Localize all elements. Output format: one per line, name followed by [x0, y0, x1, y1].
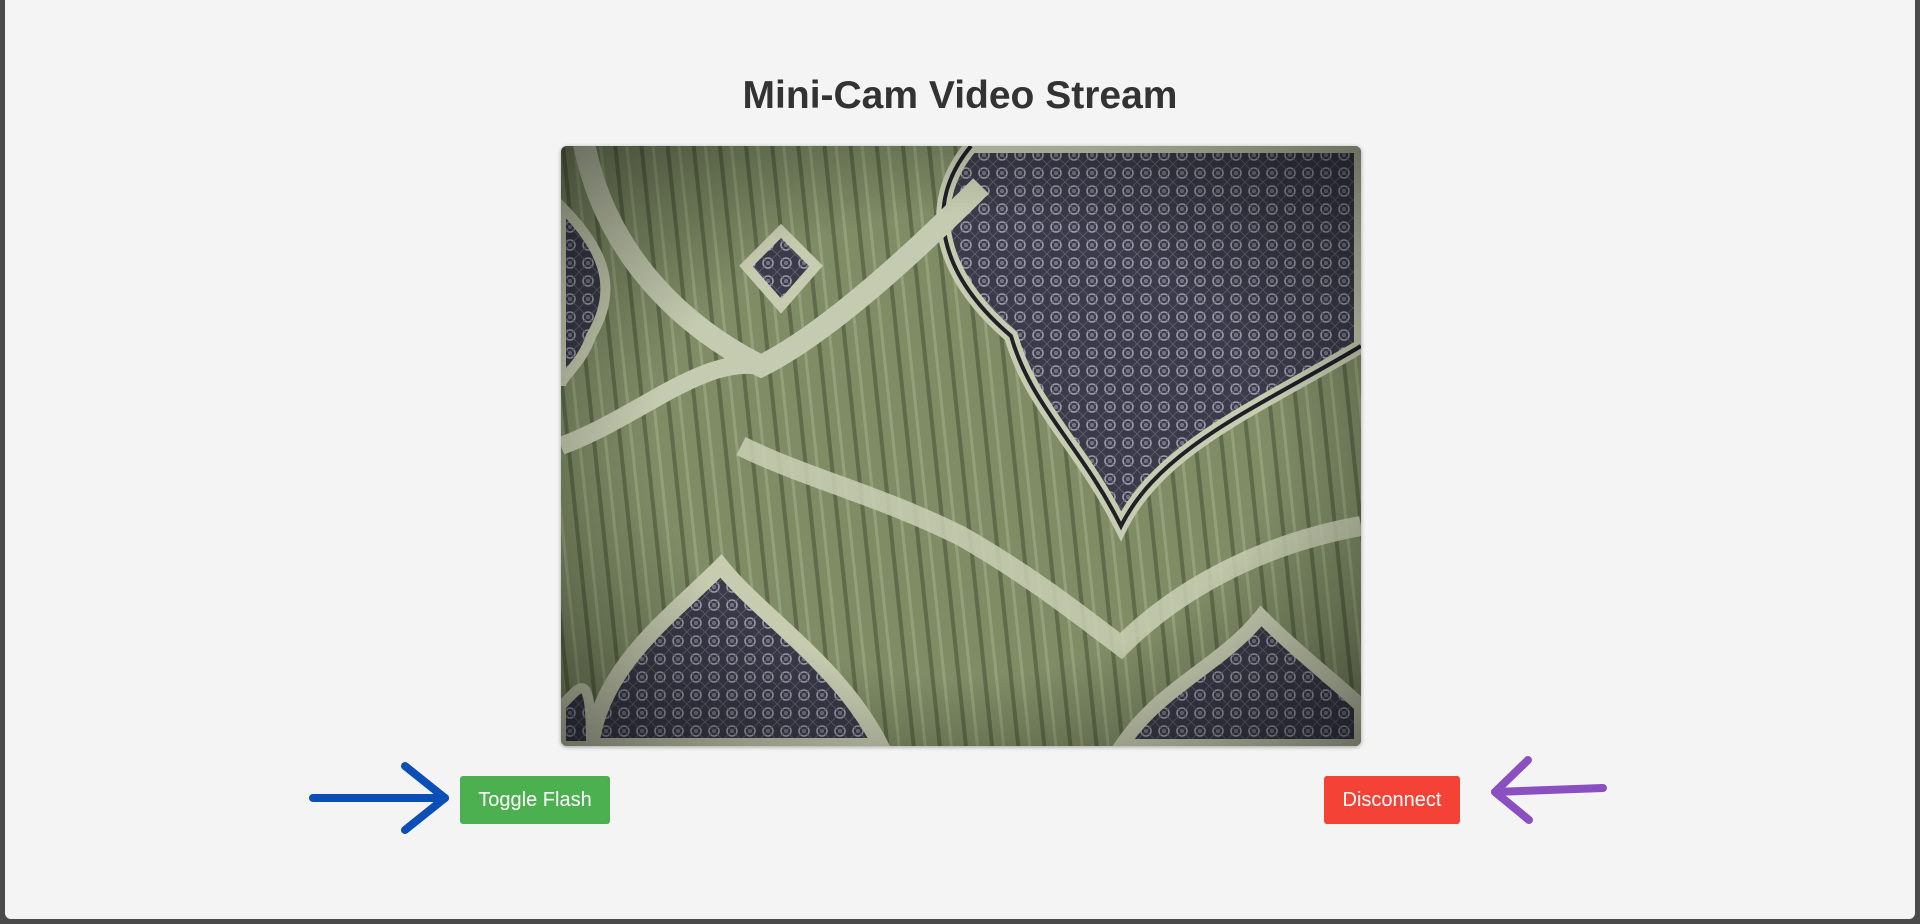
video-frame — [561, 146, 1361, 746]
page-title: Mini-Cam Video Stream — [742, 74, 1178, 117]
arrow-right-icon — [309, 762, 449, 834]
page-container: Mini-Cam Video Stream Toggle Flash Disco… — [5, 0, 1915, 919]
arrow-left-icon — [1491, 756, 1607, 824]
toggle-flash-button[interactable]: Toggle Flash — [460, 776, 610, 824]
video-stream — [561, 146, 1361, 746]
disconnect-button[interactable]: Disconnect — [1324, 776, 1460, 824]
